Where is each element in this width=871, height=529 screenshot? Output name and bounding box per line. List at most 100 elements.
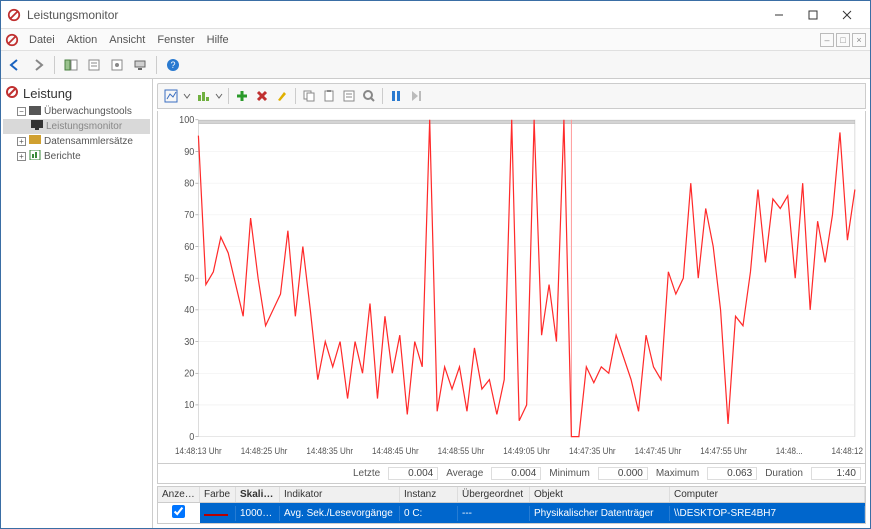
stat-dur-value: 1:40 <box>811 467 861 480</box>
tree-reports-label: Berichte <box>44 151 81 162</box>
properties-icon[interactable] <box>84 55 104 75</box>
counter-instance: 0 C: <box>400 506 458 521</box>
svg-text:50: 50 <box>184 273 194 284</box>
counter-name: Avg. Sek./Lesevorgänge <box>280 506 400 521</box>
add-counter-icon[interactable] <box>233 87 251 105</box>
svg-text:14:48:13 Uhr: 14:48:13 Uhr <box>175 446 222 456</box>
tree-performance-monitor[interactable]: Leistungsmonitor <box>3 119 150 134</box>
performance-chart[interactable]: 010203040506070809010014:48:13 Uhr14:48:… <box>157 111 866 464</box>
view-histogram-icon[interactable] <box>194 87 212 105</box>
menu-help[interactable]: Hilfe <box>201 32 235 48</box>
zoom-icon[interactable] <box>360 87 378 105</box>
col-computer[interactable]: Computer <box>670 487 865 502</box>
monitor-icon <box>31 120 43 133</box>
counter-scale: 10000.0 <box>236 506 280 521</box>
minimize-button[interactable] <box>762 3 796 27</box>
stat-max-label: Maximum <box>656 468 699 479</box>
svg-text:60: 60 <box>184 241 194 252</box>
svg-text:90: 90 <box>184 146 194 157</box>
stat-last-value: 0.004 <box>388 467 438 480</box>
pause-icon[interactable] <box>387 87 405 105</box>
properties-icon[interactable] <box>340 87 358 105</box>
col-scale[interactable]: Skalieren <box>236 487 280 502</box>
child-restore-button[interactable]: □ <box>836 33 850 47</box>
svg-text:?: ? <box>170 60 175 70</box>
counter-row[interactable]: 10000.0 Avg. Sek./Lesevorgänge 0 C: --- … <box>158 503 865 523</box>
chevron-down-icon[interactable] <box>214 87 224 105</box>
counter-color-cell <box>200 506 236 521</box>
graph-toolbar <box>157 83 866 109</box>
app-icon-small <box>5 33 19 47</box>
col-show[interactable]: Anzeigen <box>158 487 200 502</box>
col-object[interactable]: Objekt <box>530 487 670 502</box>
col-parent[interactable]: Übergeordnet <box>458 487 530 502</box>
computer-icon[interactable] <box>130 55 150 75</box>
svg-text:100: 100 <box>179 115 194 126</box>
data-collector-icon <box>29 135 41 148</box>
menu-view[interactable]: Ansicht <box>103 32 151 48</box>
delete-counter-icon[interactable] <box>253 87 271 105</box>
svg-text:80: 80 <box>184 178 194 189</box>
menu-file[interactable]: Datei <box>23 32 61 48</box>
window-title: Leistungsmonitor <box>27 8 762 22</box>
svg-text:14:48:55 Uhr: 14:48:55 Uhr <box>438 446 485 456</box>
navigation-tree: Leistung − Überwachungstools Leistungsmo… <box>1 79 153 528</box>
counter-table: Anzeigen Farbe Skalieren Indikator Insta… <box>157 486 866 524</box>
counter-computer: \\DESKTOP-SRE4BH7 <box>670 506 865 521</box>
svg-text:14:48:25 Uhr: 14:48:25 Uhr <box>241 446 288 456</box>
main-toolbar: ? <box>1 51 870 79</box>
tree-dcs-label: Datensammlersätze <box>44 136 133 147</box>
stat-avg-value: 0.004 <box>491 467 541 480</box>
svg-text:20: 20 <box>184 368 194 379</box>
stat-min-value: 0.000 <box>598 467 648 480</box>
svg-text:14:48:12 Uhr: 14:48:12 Uhr <box>832 446 865 456</box>
stat-max-value: 0.063 <box>707 467 757 480</box>
svg-text:40: 40 <box>184 305 194 316</box>
stat-dur-label: Duration <box>765 468 803 479</box>
stat-avg-label: Average <box>446 468 483 479</box>
folder-icon <box>29 105 41 118</box>
help-icon[interactable]: ? <box>163 55 183 75</box>
counter-show-checkbox[interactable] <box>172 505 185 518</box>
chevron-down-icon[interactable] <box>182 87 192 105</box>
menubar: Datei Aktion Ansicht Fenster Hilfe – □ × <box>1 29 870 51</box>
maximize-button[interactable] <box>796 3 830 27</box>
copy-icon[interactable] <box>300 87 318 105</box>
child-minimize-button[interactable]: – <box>820 33 834 47</box>
back-icon[interactable] <box>5 55 25 75</box>
stat-min-label: Minimum <box>549 468 590 479</box>
perf-root-icon <box>5 85 19 102</box>
counter-object: Physikalischer Datenträger <box>530 506 670 521</box>
svg-text:70: 70 <box>184 210 194 221</box>
tree-monitoring-tools[interactable]: − Überwachungstools <box>3 104 150 119</box>
svg-text:0: 0 <box>189 432 194 443</box>
forward-icon[interactable] <box>28 55 48 75</box>
col-counter[interactable]: Indikator <box>280 487 400 502</box>
col-color[interactable]: Farbe <box>200 487 236 502</box>
expand-icon[interactable]: + <box>17 152 26 161</box>
expand-icon[interactable]: + <box>17 137 26 146</box>
svg-text:14:49:05 Uhr: 14:49:05 Uhr <box>503 446 550 456</box>
step-icon[interactable] <box>407 87 425 105</box>
show-hide-tree-icon[interactable] <box>61 55 81 75</box>
child-close-button[interactable]: × <box>852 33 866 47</box>
export-icon[interactable] <box>107 55 127 75</box>
counter-color-swatch <box>204 514 228 516</box>
svg-text:14:47:35 Uhr: 14:47:35 Uhr <box>569 446 616 456</box>
tree-data-collector-sets[interactable]: + Datensammlersätze <box>3 134 150 149</box>
stat-last-label: Letzte <box>353 468 380 479</box>
collapse-icon[interactable]: − <box>17 107 26 116</box>
menu-action[interactable]: Aktion <box>61 32 104 48</box>
view-chart-icon[interactable] <box>162 87 180 105</box>
menu-window[interactable]: Fenster <box>151 32 200 48</box>
col-instance[interactable]: Instanz <box>400 487 458 502</box>
report-icon <box>29 150 41 163</box>
svg-text:14:47:55 Uhr: 14:47:55 Uhr <box>700 446 747 456</box>
highlight-icon[interactable] <box>273 87 291 105</box>
tree-perf-monitor-label: Leistungsmonitor <box>46 121 122 132</box>
close-button[interactable] <box>830 3 864 27</box>
paste-icon[interactable] <box>320 87 338 105</box>
tree-root[interactable]: Leistung <box>3 83 150 104</box>
svg-text:14:48:45 Uhr: 14:48:45 Uhr <box>372 446 419 456</box>
tree-reports[interactable]: + Berichte <box>3 149 150 164</box>
